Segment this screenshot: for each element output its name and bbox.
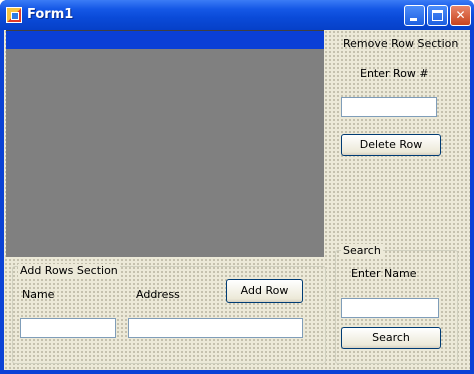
- enter-name-label: Enter Name: [351, 267, 417, 280]
- remove-row-section-label: Remove Row Section: [343, 37, 459, 50]
- minimize-icon: [410, 18, 417, 21]
- grid-header[interactable]: [6, 31, 324, 49]
- form-client-area: Remove Row Section Enter Row # Delete Ro…: [4, 30, 470, 370]
- address-input[interactable]: [128, 318, 303, 338]
- enter-row-label: Enter Row #: [360, 67, 429, 80]
- address-label: Address: [136, 288, 180, 301]
- search-button[interactable]: Search: [341, 327, 441, 349]
- delete-row-button[interactable]: Delete Row: [341, 134, 441, 156]
- data-grid-view[interactable]: [6, 30, 324, 257]
- minimize-button[interactable]: [404, 5, 425, 26]
- row-number-input[interactable]: [341, 97, 437, 117]
- close-button[interactable]: ✕: [450, 5, 471, 26]
- search-name-input[interactable]: [341, 298, 439, 318]
- window-title: Form1: [27, 7, 74, 22]
- maximize-button[interactable]: [427, 5, 448, 26]
- application-window: Form1 ✕ Remove Row Section Enter Row # D…: [0, 0, 474, 374]
- add-row-button[interactable]: Add Row: [226, 279, 303, 303]
- app-icon[interactable]: [6, 7, 22, 23]
- name-label: Name: [22, 288, 55, 301]
- maximize-icon: [432, 10, 443, 21]
- search-groupbox-legend: Search: [341, 244, 383, 257]
- name-input[interactable]: [20, 318, 116, 338]
- title-bar[interactable]: Form1 ✕: [0, 0, 474, 30]
- add-rows-groupbox-legend: Add Rows Section: [18, 264, 120, 277]
- close-icon: ✕: [455, 8, 466, 22]
